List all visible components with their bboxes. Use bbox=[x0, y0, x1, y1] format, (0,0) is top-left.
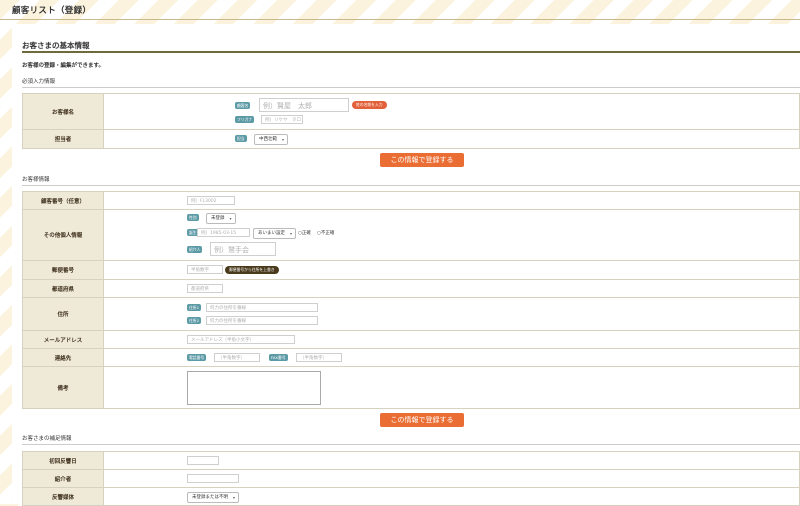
label-contact: 連絡先 bbox=[22, 348, 104, 367]
birthday-input[interactable]: 例）1985-03-15 bbox=[197, 228, 250, 237]
memo-textarea[interactable] bbox=[187, 371, 321, 405]
row-first-visit: 初回反響日 bbox=[22, 451, 800, 470]
info-subheading: お客様情報 bbox=[22, 177, 50, 183]
address2-input[interactable]: 何力の住所を番線 bbox=[206, 316, 318, 325]
register-button-bottom[interactable]: この情報で登録する bbox=[380, 413, 464, 427]
tag-address1: 住所1 bbox=[187, 304, 202, 311]
row-address: 住所 住所1 何力の住所を番線 住所2 何力の住所を番線 bbox=[22, 297, 800, 331]
media-select-value: 未登録または不明 bbox=[192, 495, 228, 500]
page-title: 顧客リスト（登録） bbox=[12, 6, 92, 16]
customer-kana-input[interactable]: 例）リケヤ タロ bbox=[261, 115, 303, 124]
label-media: 反響媒体 bbox=[22, 487, 104, 506]
label-zip: 郵便番号 bbox=[22, 260, 104, 280]
chevron-down-icon: ▾ bbox=[289, 231, 292, 236]
first-visit-input[interactable] bbox=[187, 456, 219, 465]
required-subheading-rule bbox=[22, 87, 800, 88]
row-pref: 都道府県 都道府県 bbox=[22, 279, 800, 298]
cell-personal: 性別 未登録 ▾ 誕生日 例）1985-03-15 あいまい設定 ▾ ○正確 ○不正… bbox=[103, 209, 800, 261]
media-select[interactable]: 未登録または不明 ▾ bbox=[187, 492, 239, 503]
fax-input[interactable]: （半角数字） bbox=[296, 353, 342, 362]
staff-select[interactable]: 中西壮範 ▾ bbox=[254, 134, 288, 145]
cell-zip: 半角数字 郵便番号から住所を上書き bbox=[103, 260, 800, 280]
chevron-down-icon: ▾ bbox=[281, 137, 284, 142]
cell-media: 未登録または不明 ▾ bbox=[103, 487, 800, 506]
radio-inexact[interactable]: ○不正確 bbox=[317, 230, 334, 236]
label-personal: その他個人情報 bbox=[22, 209, 104, 261]
extra-table: 初回反響日 紹介者 反響媒体 未登録または不明 ▾ bbox=[22, 451, 800, 506]
register-button-top[interactable]: この情報で登録する bbox=[380, 153, 464, 167]
tag-address2: 住所2 bbox=[187, 317, 202, 324]
row-personal: その他個人情報 性別 未登録 ▾ 誕生日 例）1985-03-15 あいまい設定 ▾… bbox=[22, 209, 800, 261]
zip-lookup-button[interactable]: 郵便番号から住所を上書き bbox=[225, 266, 279, 274]
cell-pref: 都道府県 bbox=[103, 279, 800, 298]
cell-customer-no: 例）FL3002 bbox=[103, 191, 800, 210]
email-input[interactable]: メールアドレス（半角小文字） bbox=[187, 335, 295, 344]
gender-select[interactable]: 未登録 ▾ bbox=[206, 213, 236, 224]
row-customer-no: 顧客番号（任意） 例）FL3002 bbox=[22, 191, 800, 210]
title-bar: 顧客リスト（登録） bbox=[0, 0, 800, 20]
label-memo: 備考 bbox=[22, 366, 104, 409]
tag-gender: 性別 bbox=[187, 214, 199, 221]
cell-staff: 担当 中西壮範 ▾ bbox=[103, 129, 800, 149]
label-customer-no: 顧客番号（任意） bbox=[22, 191, 104, 210]
extra-subheading: お客さまの補足情報 bbox=[22, 436, 72, 442]
customer-name-input[interactable]: 例）賢屋 太郎 bbox=[259, 98, 349, 112]
referrer-input[interactable] bbox=[187, 474, 239, 483]
basic-note: お客様の登録・編集ができます。 bbox=[22, 63, 104, 69]
tag-kana: フリガナ bbox=[235, 116, 255, 123]
cell-address: 住所1 何力の住所を番線 住所2 何力の住所を番線 bbox=[103, 297, 800, 331]
customer-no-input[interactable]: 例）FL3002 bbox=[187, 196, 235, 205]
row-zip: 郵便番号 半角数字 郵便番号から住所を上書き bbox=[22, 260, 800, 280]
cell-email: メールアドレス（半角小文字） bbox=[103, 330, 800, 349]
introducer-input[interactable]: 例）鷲手会 bbox=[210, 242, 276, 256]
extra-subheading-rule bbox=[22, 444, 800, 445]
required-subheading: 必須入力情報 bbox=[22, 79, 56, 85]
precision-select[interactable]: あいまい設定 ▾ bbox=[253, 228, 296, 239]
tag-introducer: 紹介人 bbox=[187, 246, 203, 253]
staff-select-value: 中西壮範 bbox=[259, 137, 277, 142]
label-address: 住所 bbox=[22, 297, 104, 331]
tag-name: 顧客名 bbox=[235, 102, 251, 109]
phone-input[interactable]: （半角数字） bbox=[214, 353, 260, 362]
required-table: お客様名 顧客名 例）賢屋 太郎 姓の名前を入力 フリガナ 例）リケヤ タロ 担… bbox=[22, 93, 800, 149]
label-email: メールアドレス bbox=[22, 330, 104, 349]
cell-memo bbox=[103, 366, 800, 409]
row-customer-name: お客様名 顧客名 例）賢屋 太郎 姓の名前を入力 フリガナ 例）リケヤ タロ bbox=[22, 93, 800, 130]
label-referrer: 紹介者 bbox=[22, 469, 104, 488]
precision-select-value: あいまい設定 bbox=[258, 231, 285, 236]
section-basic-rule bbox=[22, 51, 800, 53]
row-referrer: 紹介者 bbox=[22, 469, 800, 488]
label-customer-name: お客様名 bbox=[22, 93, 104, 130]
info-subheading-rule bbox=[22, 185, 800, 186]
row-memo: 備考 bbox=[22, 366, 800, 409]
label-staff: 担当者 bbox=[22, 129, 104, 149]
tag-staff: 担当 bbox=[235, 135, 247, 142]
address1-input[interactable]: 何力の住所を番線 bbox=[206, 303, 318, 312]
chevron-down-icon: ▾ bbox=[232, 495, 235, 500]
section-basic-title: お客さまの基本情報 bbox=[22, 41, 90, 50]
row-media: 反響媒体 未登録または不明 ▾ bbox=[22, 487, 800, 506]
row-staff: 担当者 担当 中西壮範 ▾ bbox=[22, 129, 800, 149]
radio-exact[interactable]: ○正確 bbox=[298, 230, 311, 236]
info-table: 顧客番号（任意） 例）FL3002 その他個人情報 性別 未登録 ▾ 誕生日 例）… bbox=[22, 191, 800, 409]
row-contact: 連絡先 電話番号 （半角数字） FAX番号 （半角数字） bbox=[22, 348, 800, 367]
pref-input[interactable]: 都道府県 bbox=[187, 284, 223, 293]
row-email: メールアドレス メールアドレス（半角小文字） bbox=[22, 330, 800, 349]
tag-phone: 電話番号 bbox=[187, 354, 207, 361]
title-rule bbox=[0, 19, 800, 20]
gender-select-value: 未登録 bbox=[211, 216, 225, 221]
zip-input[interactable]: 半角数字 bbox=[187, 265, 223, 274]
label-pref: 都道府県 bbox=[22, 279, 104, 298]
honorific-button[interactable]: 姓の名前を入力 bbox=[352, 101, 387, 109]
chevron-down-icon: ▾ bbox=[229, 216, 232, 221]
cell-contact: 電話番号 （半角数字） FAX番号 （半角数字） bbox=[103, 348, 800, 367]
cell-referrer bbox=[103, 469, 800, 488]
cell-first-visit bbox=[103, 451, 800, 470]
tag-fax: FAX番号 bbox=[269, 354, 288, 361]
cell-customer-name: 顧客名 例）賢屋 太郎 姓の名前を入力 フリガナ 例）リケヤ タロ bbox=[103, 93, 800, 130]
label-first-visit: 初回反響日 bbox=[22, 451, 104, 470]
